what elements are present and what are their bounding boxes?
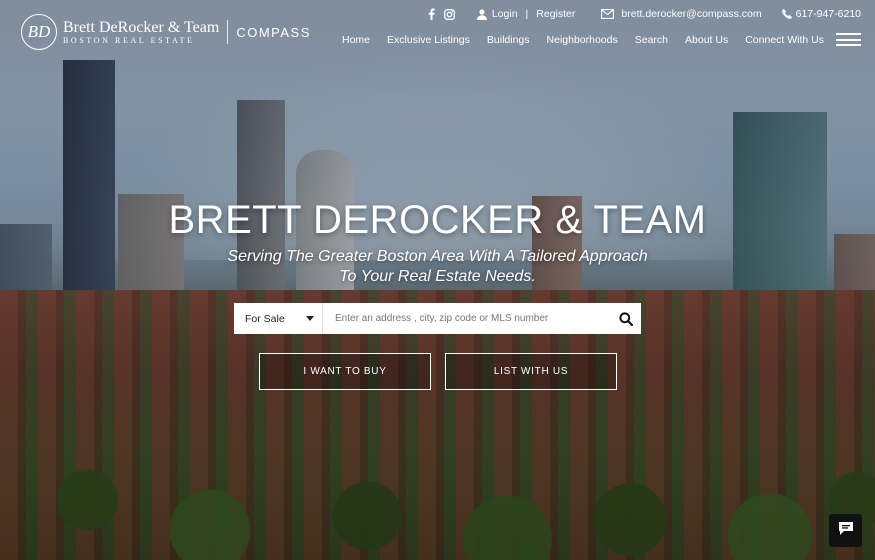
nav-buildings[interactable]: Buildings [487, 34, 530, 46]
hamburger-menu-icon[interactable] [836, 33, 861, 46]
nav-home[interactable]: Home [342, 34, 370, 46]
phone-contact[interactable]: 617-947-6210 [781, 8, 861, 20]
utility-bar: Login | Register brett.derocker@compass.… [428, 8, 861, 20]
chat-button[interactable] [829, 514, 862, 547]
nav-search[interactable]: Search [635, 34, 668, 46]
hero-subtitle-line-2: To Your Real Estate Needs. [339, 268, 536, 285]
listing-type-select[interactable]: For Sale [234, 303, 323, 334]
chevron-down-icon [306, 316, 314, 321]
account-links: Login | Register [476, 8, 575, 20]
search-icon[interactable] [611, 303, 641, 334]
instagram-icon[interactable] [443, 8, 455, 20]
nav-neighborhoods[interactable]: Neighborhoods [547, 34, 618, 46]
user-icon [476, 8, 487, 20]
logo-monogram: BD [21, 14, 57, 50]
email-contact[interactable]: brett.derocker@compass.com [601, 8, 762, 20]
property-search-bar: For Sale [234, 303, 641, 334]
cta-group: I WANT TO BUY LIST WITH US [259, 353, 617, 390]
chat-bubble-icon [838, 521, 854, 541]
nav-exclusive-listings[interactable]: Exclusive Listings [387, 34, 470, 46]
logo-subtitle: BOSTON REAL ESTATE [63, 35, 195, 45]
nav-about-us[interactable]: About Us [685, 34, 728, 46]
register-link[interactable]: Register [536, 8, 575, 20]
nav-connect-with-us[interactable]: Connect With Us [745, 34, 824, 46]
phone-link[interactable]: 617-947-6210 [796, 8, 861, 20]
search-input[interactable] [323, 303, 611, 334]
listing-type-value: For Sale [245, 312, 285, 325]
hero-subtitle-line-1: Serving The Greater Boston Area With A T… [227, 248, 648, 265]
logo-divider [227, 20, 229, 44]
logo-name: Brett DeRocker & Team [63, 18, 220, 36]
main-nav: Home Exclusive Listings Buildings Neighb… [342, 33, 861, 46]
i-want-to-buy-button[interactable]: I WANT TO BUY [259, 353, 431, 390]
site-logo[interactable]: BD Brett DeRocker & Team BOSTON REAL EST… [21, 14, 311, 50]
compass-brand: COMPASS [236, 24, 311, 40]
link-separator: | [525, 8, 529, 20]
site-header: BD Brett DeRocker & Team BOSTON REAL EST… [0, 0, 875, 60]
facebook-icon[interactable] [428, 8, 435, 20]
email-link[interactable]: brett.derocker@compass.com [621, 8, 761, 20]
hero-subtitle: Serving The Greater Boston Area With A T… [0, 247, 875, 287]
hero-title: BRETT DEROCKER & TEAM [168, 198, 707, 242]
logo-text: Brett DeRocker & Team BOSTON REAL ESTATE [63, 19, 219, 46]
login-link[interactable]: Login [492, 8, 518, 20]
phone-icon [781, 9, 792, 19]
social-links [428, 8, 455, 20]
envelope-icon [601, 9, 615, 19]
list-with-us-button[interactable]: LIST WITH US [445, 353, 617, 390]
